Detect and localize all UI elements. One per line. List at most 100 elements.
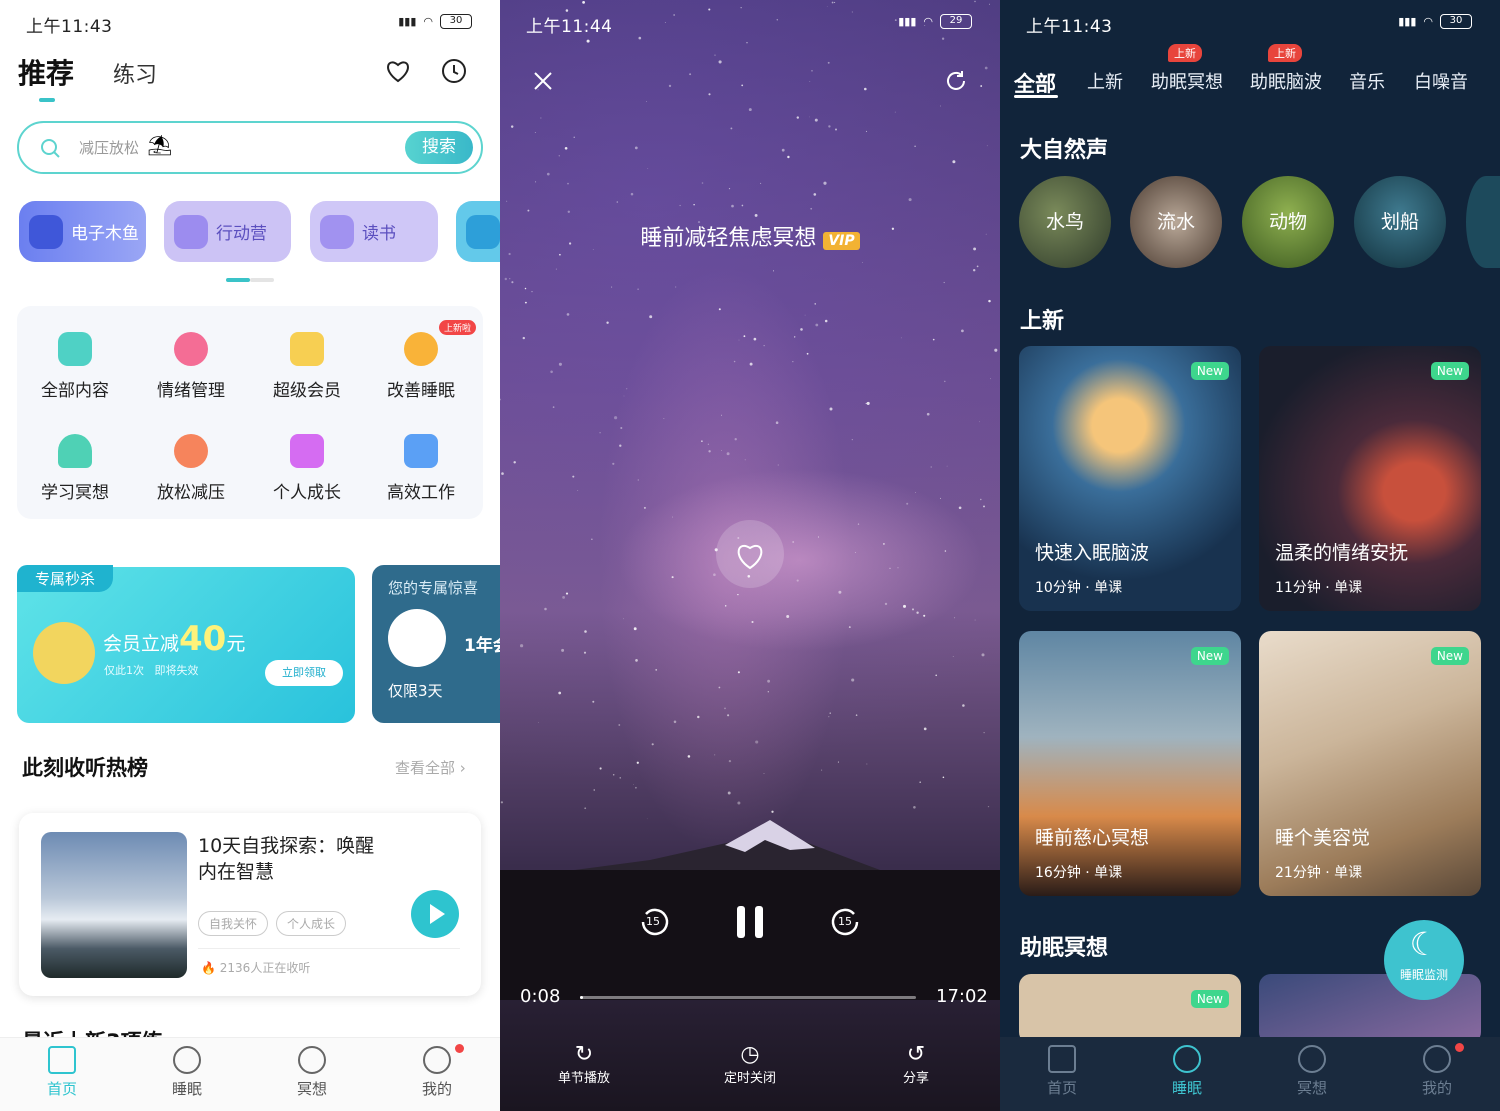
favorite-icon[interactable] <box>385 59 411 83</box>
tab-brainwave[interactable]: 助眠脑波 <box>1250 68 1322 94</box>
surprise-card[interactable]: 您的专属惊喜 1年会 仅限3天 <box>372 565 500 723</box>
tab-new[interactable]: 上新 <box>1087 68 1123 94</box>
promo-sub1: 仅此1次 <box>104 664 144 677</box>
tile-title: 快速入眠脑波 <box>1035 542 1150 564</box>
nature-rowing[interactable]: 划船 <box>1354 176 1446 268</box>
timer-close-button[interactable]: ◷ 定时关闭 <box>716 1042 784 1086</box>
nav-meditate[interactable]: 冥想 <box>272 1046 352 1099</box>
grid-item-sleep[interactable]: 改善睡眠 上新啦 <box>363 320 479 401</box>
elapsed-time: 0:08 <box>520 986 561 1007</box>
tile-beauty-sleep[interactable]: New 睡个美容觉 21分钟 · 单课 <box>1259 631 1481 896</box>
grid-item-all[interactable]: 全部内容 <box>17 332 133 401</box>
signal-icon: ▮▮▮ <box>1398 15 1417 28</box>
nature-more[interactable] <box>1466 176 1500 268</box>
history-icon[interactable] <box>441 58 467 84</box>
tile-emotion[interactable]: New 温柔的情绪安抚 11分钟 · 单课 <box>1259 346 1481 611</box>
nature-label: 动物 <box>1268 211 1307 233</box>
close-icon[interactable] <box>532 70 554 92</box>
tile-metta[interactable]: New 睡前慈心冥想 16分钟 · 单课 <box>1019 631 1241 896</box>
nature-water[interactable]: 流水 <box>1130 176 1222 268</box>
pause-button[interactable] <box>734 903 766 941</box>
promo-unit: 元 <box>226 633 246 655</box>
tab-music[interactable]: 音乐 <box>1349 68 1385 94</box>
course-thumbnail <box>41 832 187 978</box>
cloud-icon <box>173 1046 201 1074</box>
chevron-right-icon: › <box>459 759 466 777</box>
chip-reading[interactable]: 读书 <box>310 201 438 262</box>
play-icon <box>430 904 445 924</box>
carousel-indicator <box>226 278 250 282</box>
home-icon <box>48 1046 76 1074</box>
grid-item-work[interactable]: 高效工作 <box>363 434 479 503</box>
tab-practice[interactable]: 练习 <box>113 57 157 89</box>
tile-title: 睡个美容觉 <box>1275 827 1371 849</box>
nav-home[interactable]: 首页 <box>1022 1045 1102 1098</box>
surprise-title: 您的专属惊喜 <box>388 579 479 597</box>
play-button[interactable] <box>411 890 459 938</box>
nav-sleep[interactable]: 睡眠 <box>1147 1045 1227 1098</box>
nature-section-title: 大自然声 <box>1020 138 1109 163</box>
nature-label: 划船 <box>1380 211 1419 233</box>
search-button[interactable]: 搜索 <box>405 131 473 164</box>
forward-15-button[interactable]: 15 <box>830 906 862 938</box>
grid-item-vip[interactable]: 超级会员 <box>249 332 365 401</box>
trend-up-icon <box>290 434 324 468</box>
notification-dot <box>455 1044 464 1053</box>
progress-track[interactable] <box>580 996 916 999</box>
nav-me[interactable]: 我的 <box>1397 1043 1477 1098</box>
nav-meditate[interactable]: 冥想 <box>1272 1045 1352 1098</box>
course-tags: 自我关怀 个人成长 <box>198 911 354 936</box>
claim-button[interactable]: 立即领取 <box>265 660 343 686</box>
chip-wooden-fish[interactable]: 电子木鱼 <box>19 201 146 262</box>
search-bar[interactable]: 减压放松 ⛱ 搜索 <box>17 121 483 174</box>
nature-label: 流水 <box>1156 211 1195 233</box>
grid-item-emotion[interactable]: 情绪管理 <box>133 332 249 401</box>
nav-me[interactable]: 我的 <box>397 1044 477 1099</box>
signal-icon: ▮▮▮ <box>398 15 417 28</box>
tile-brainwave[interactable]: New 快速入眠脑波 10分钟 · 单课 <box>1019 346 1241 611</box>
tab-recommend[interactable]: 推荐 <box>18 52 74 92</box>
search-placeholder: 减压放松 <box>79 139 140 157</box>
status-time: 上午11:43 <box>1026 17 1113 37</box>
single-play-button[interactable]: ↻ 单节播放 <box>550 1042 618 1086</box>
grid-label: 全部内容 <box>41 381 109 401</box>
flash-sale-card[interactable]: 专属秒杀 会员立减40元 仅此1次 即将失效 立即领取 <box>17 565 355 723</box>
tab-sleep-meditation[interactable]: 助眠冥想 <box>1151 68 1223 94</box>
wifi-icon: ◠ <box>923 15 933 28</box>
grid-item-growth[interactable]: 个人成长 <box>249 434 365 503</box>
view-all-link[interactable]: 查看全部 › <box>395 757 466 778</box>
mountain-silhouette <box>500 820 1000 1000</box>
grid-item-relax[interactable]: 放松减压 <box>133 434 249 503</box>
tab-white-noise[interactable]: 白噪音 <box>1414 68 1468 94</box>
view-all-label: 查看全部 <box>395 759 456 777</box>
nav-label: 我的 <box>1421 1079 1452 1097</box>
wifi-icon: ◠ <box>1423 15 1433 28</box>
nav-home[interactable]: 首页 <box>22 1046 102 1099</box>
rewind-15-button[interactable]: 15 <box>638 906 670 938</box>
crown-icon <box>290 332 324 366</box>
beach-umbrella-icon: ⛱ <box>147 133 173 157</box>
fab-label: 睡眠监测 <box>1399 968 1448 982</box>
nature-waterbird[interactable]: 水鸟 <box>1019 176 1111 268</box>
sleep-monitor-button[interactable]: ☾ 睡眠监测 <box>1384 920 1464 1000</box>
nav-label: 睡眠 <box>171 1080 202 1098</box>
heart-icon <box>174 332 208 366</box>
course-title: 10天自我探索：唤醒 内在智慧 <box>198 833 374 885</box>
tab-all[interactable]: 全部 <box>1014 68 1056 98</box>
moon-icon: ☾ <box>1409 925 1439 963</box>
refresh-icon[interactable] <box>944 69 968 93</box>
chip-label: 电子木鱼 <box>71 224 139 244</box>
nature-animal[interactable]: 动物 <box>1242 176 1334 268</box>
chip-action-camp[interactable]: 行动营 <box>164 201 291 262</box>
palette-icon <box>174 434 208 468</box>
tile-sleep-1[interactable]: New <box>1019 974 1241 1044</box>
like-button[interactable] <box>716 520 784 588</box>
hot-course-card[interactable]: 10天自我探索：唤醒 内在智慧 自我关怀 个人成长 🔥 2136人正在收听 <box>19 813 481 996</box>
bottom-nav: 首页 睡眠 冥想 我的 <box>1000 1037 1500 1111</box>
share-button[interactable]: ↺ 分享 <box>882 1042 950 1086</box>
chip-course[interactable] <box>456 201 500 262</box>
wifi-icon: ◠ <box>423 15 433 28</box>
progress-fill <box>580 996 583 999</box>
grid-item-learn-meditation[interactable]: 学习冥想 <box>17 434 133 503</box>
nav-sleep[interactable]: 睡眠 <box>147 1046 227 1099</box>
